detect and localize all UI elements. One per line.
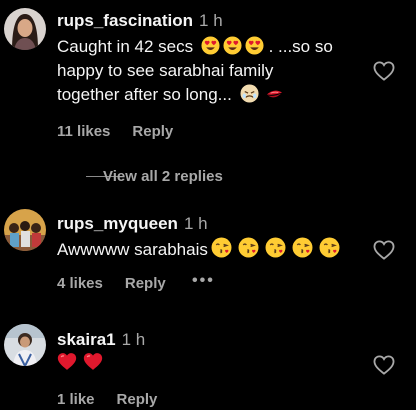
comment-actions: 1 like Reply xyxy=(57,391,179,409)
comment-header: rups_fascination 1 h xyxy=(57,11,223,31)
kissing-heart-emoji xyxy=(319,237,340,258)
comment-actions: 4 likes Reply xyxy=(57,275,188,293)
tearful-emoji xyxy=(240,84,259,103)
user-avatar[interactable] xyxy=(4,324,46,366)
timestamp: 1 h xyxy=(183,214,208,233)
reply-button[interactable]: Reply xyxy=(125,275,166,292)
comment-text-part: Caught in 42 secs xyxy=(57,37,194,56)
likes-count[interactable]: 1 like xyxy=(57,391,95,408)
username[interactable]: rups_fascination xyxy=(57,11,193,30)
comment-line-3: together after so long... xyxy=(57,83,372,107)
like-heart-icon[interactable] xyxy=(373,355,395,375)
comment-header: skaira1 1 h xyxy=(57,330,145,350)
comment-text xyxy=(57,351,372,375)
view-replies-link[interactable]: View all 2 replies xyxy=(103,168,223,185)
username[interactable]: rups_myqueen xyxy=(57,214,178,233)
kissing-heart-emoji xyxy=(211,237,232,258)
like-heart-icon[interactable] xyxy=(373,61,395,81)
kissing-heart-emoji xyxy=(265,237,286,258)
heart-eyes-emoji xyxy=(201,36,220,55)
reply-button[interactable]: Reply xyxy=(117,391,158,408)
like-heart-icon[interactable] xyxy=(373,240,395,260)
comment-text-part: . ...so so xyxy=(268,37,333,56)
kissing-heart-emoji xyxy=(238,237,259,258)
comment-text-part: Awwwww sarabhais xyxy=(57,240,208,259)
comment-header: rups_myqueen 1 h xyxy=(57,214,208,234)
comment-2: rups_myqueen 1 h Awwwww sarabhais 4 likes… xyxy=(0,200,416,300)
comment-1: rups_fascination 1 h Caught in 42 secs . … xyxy=(0,0,416,150)
timestamp: 1 h xyxy=(121,330,146,349)
user-avatar[interactable] xyxy=(4,209,46,251)
comment-text: Caught in 42 secs . ...so so happy to se… xyxy=(57,35,372,107)
heart-eyes-emoji xyxy=(223,36,242,55)
red-heart-emoji xyxy=(83,352,103,371)
comment-text-part: together after so long... xyxy=(57,85,232,104)
username[interactable]: skaira1 xyxy=(57,330,116,349)
reply-button[interactable]: Reply xyxy=(132,123,173,140)
heart-eyes-emoji xyxy=(245,36,264,55)
timestamp: 1 h xyxy=(199,11,223,30)
comment-actions: 11 likes Reply xyxy=(57,123,195,141)
comment-text: Awwwww sarabhais xyxy=(57,237,372,262)
user-avatar[interactable] xyxy=(4,8,46,50)
comment-3: skaira1 1 h 1 like Reply xyxy=(0,300,416,410)
red-heart-emoji xyxy=(57,352,77,371)
lipstick-emoji xyxy=(265,84,284,103)
kissing-heart-emoji xyxy=(292,237,313,258)
likes-count[interactable]: 11 likes xyxy=(57,123,110,140)
comment-line-2: happy to see sarabhai family xyxy=(57,61,274,80)
comment-line-1: Caught in 42 secs . ...so so xyxy=(57,35,372,59)
likes-count[interactable]: 4 likes xyxy=(57,275,103,292)
more-options-icon[interactable]: ••• xyxy=(192,272,215,290)
